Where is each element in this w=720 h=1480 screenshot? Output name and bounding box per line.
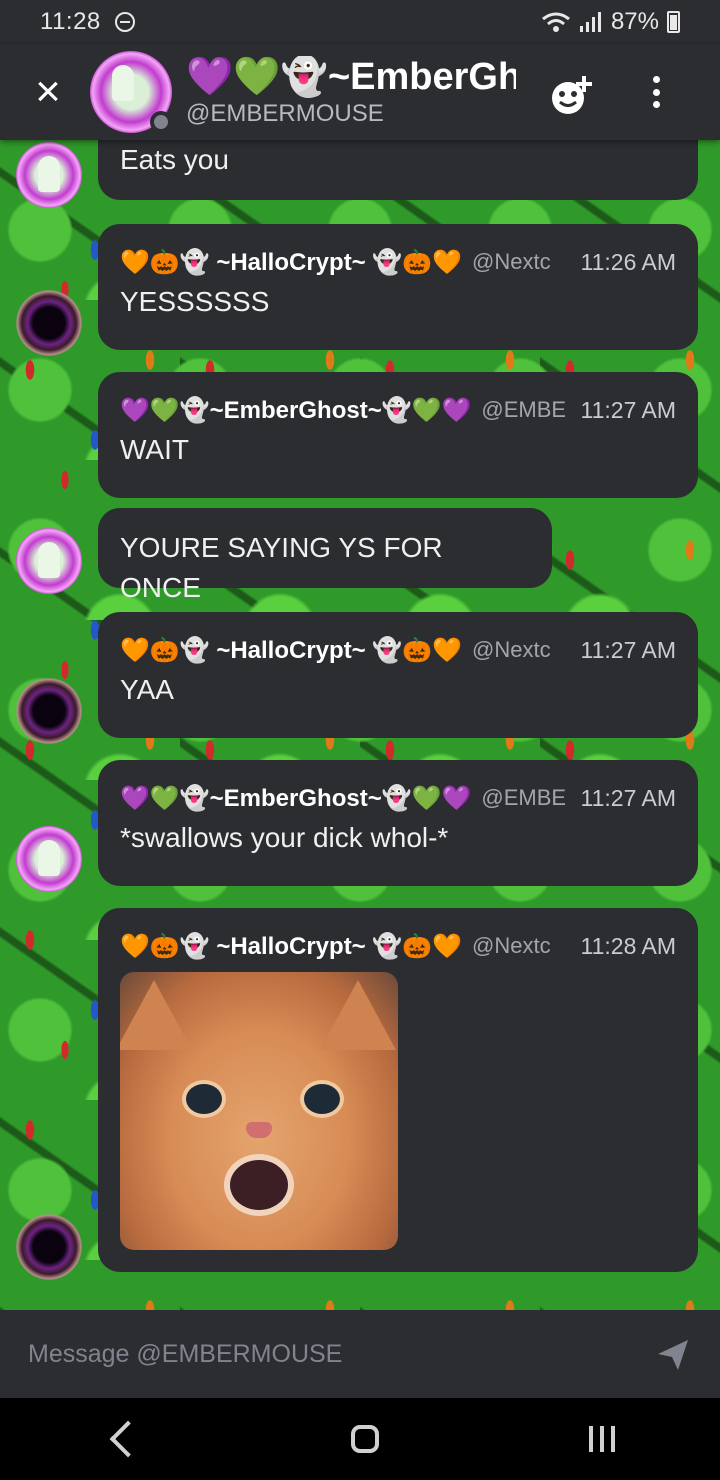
nav-recents-icon[interactable] <box>589 1426 615 1452</box>
message-handle: @Nextc <box>472 249 551 274</box>
message-text: YAA <box>120 674 174 705</box>
nav-home-icon[interactable] <box>351 1425 379 1453</box>
cat-eye <box>300 1080 344 1118</box>
message-composer: Message @EMBERMOUSE <box>0 1310 720 1398</box>
avatar[interactable] <box>16 1214 82 1280</box>
message-header: 💜💚👻~EmberGhost~👻💚💜 @EMBE 11:27 AM <box>120 390 676 430</box>
message-handle: @Nextc <box>472 637 551 662</box>
status-bar: 11:28 87% <box>0 0 720 44</box>
message-bubble[interactable]: 🧡🎃👻 ~HalloCrypt~ 👻🎃🧡 @Nextc 11:27 AM YAA <box>98 612 698 738</box>
message-bubble[interactable]: 💜💚👻~EmberGhost~👻💚💜 @EMBE 11:27 AM *swall… <box>98 760 698 886</box>
wifi-icon <box>542 12 570 32</box>
message-handle: @EMBE <box>481 785 566 810</box>
contact-handle: @EMBERMOUSE <box>186 100 384 127</box>
battery-percent: 87% <box>610 8 659 35</box>
message-bubble[interactable]: 💜💚👻~EmberGhost~👻💚💜 @EMBE 11:27 AM WAIT <box>98 372 698 498</box>
message-handle: @Nextc <box>472 933 551 958</box>
more-options-icon[interactable] <box>640 72 672 112</box>
status-time: 11:28 <box>40 8 101 35</box>
cat-ear <box>320 980 396 1050</box>
message-author[interactable]: 🧡🎃👻 ~HalloCrypt~ 👻🎃🧡 <box>120 636 462 665</box>
message-time: 11:26 AM <box>580 248 676 275</box>
signal-icon <box>579 12 601 32</box>
send-icon[interactable] <box>652 1334 692 1374</box>
sync-icon <box>114 12 135 32</box>
avatar[interactable] <box>16 528 82 594</box>
message-text: WAIT <box>120 434 189 465</box>
message-bubble[interactable]: Eats you <box>98 140 698 200</box>
message-input[interactable]: Message @EMBERMOUSE <box>28 1340 652 1369</box>
avatar[interactable] <box>16 826 82 892</box>
cat-ear <box>120 980 192 1050</box>
message-text: *swallows your dick whol-* <box>120 822 449 853</box>
message-time: 11:27 AM <box>580 636 676 663</box>
message-time: 11:28 AM <box>580 932 676 959</box>
message-handle: @EMBE <box>481 397 566 422</box>
message-author[interactable]: 🧡🎃👻 ~HalloCrypt~ 👻🎃🧡 <box>120 248 462 277</box>
message-bubble[interactable]: 🧡🎃👻 ~HalloCrypt~ 👻🎃🧡 @Nextc 11:28 AM <box>98 908 698 1272</box>
contact-name: 💜💚👻~EmberGh <box>186 56 516 98</box>
attached-image[interactable] <box>120 972 398 1250</box>
status-right: 87% <box>541 8 680 36</box>
nav-back-icon[interactable] <box>109 1420 147 1458</box>
message-author[interactable]: 🧡🎃👻 ~HalloCrypt~ 👻🎃🧡 <box>120 932 462 961</box>
system-navigation-bar <box>0 1398 720 1480</box>
message-header: 💜💚👻~EmberGhost~👻💚💜 @EMBE 11:27 AM <box>120 778 676 818</box>
message-author[interactable]: 💜💚👻~EmberGhost~👻💚💜 <box>120 396 471 425</box>
message-time: 11:27 AM <box>580 396 676 423</box>
cat-mouth <box>224 1154 294 1216</box>
cat-eye <box>182 1080 226 1118</box>
add-friend-icon[interactable] <box>548 68 598 118</box>
message-bubble[interactable]: 🧡🎃👻 ~HalloCrypt~ 👻🎃🧡 @Nextc 11:26 AM YES… <box>98 224 698 350</box>
message-header: 🧡🎃👻 ~HalloCrypt~ 👻🎃🧡 @Nextc 11:27 AM <box>120 630 676 670</box>
chat-header: × 💜💚👻~EmberGh @EMBERMOUSE <box>0 44 720 140</box>
message-bubble[interactable]: YOURE SAYING YS FOR ONCE <box>98 508 552 603</box>
battery-icon <box>667 11 680 33</box>
message-time: 11:27 AM <box>580 784 676 811</box>
message-author[interactable]: 💜💚👻~EmberGhost~👻💚💜 <box>120 784 471 813</box>
contact-info[interactable]: 💜💚👻~EmberGh @EMBERMOUSE <box>186 56 516 128</box>
message-header: 🧡🎃👻 ~HalloCrypt~ 👻🎃🧡 @Nextc 11:26 AM <box>120 242 676 282</box>
presence-indicator <box>150 111 172 133</box>
avatar[interactable] <box>16 290 82 356</box>
contact-avatar[interactable] <box>90 51 172 133</box>
message-text: YOURE SAYING YS FOR ONCE <box>120 532 443 603</box>
avatar[interactable] <box>16 142 82 208</box>
cat-nose <box>246 1122 272 1138</box>
message-list[interactable]: Eats you 🧡🎃👻 ~HalloCrypt~ 👻🎃🧡 @Nextc 11:… <box>0 140 720 1310</box>
close-icon[interactable]: × <box>0 44 96 140</box>
message-header: 🧡🎃👻 ~HalloCrypt~ 👻🎃🧡 @Nextc 11:28 AM <box>120 926 676 966</box>
message-text: Eats you <box>120 144 229 175</box>
avatar[interactable] <box>16 678 82 744</box>
message-text: YESSSSSS <box>120 286 270 317</box>
